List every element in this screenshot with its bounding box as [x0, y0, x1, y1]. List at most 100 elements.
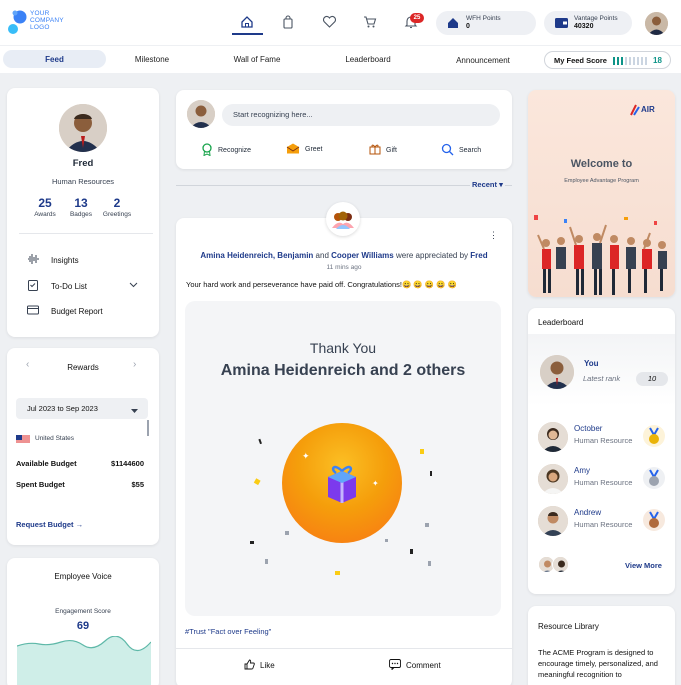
- avatar: [538, 506, 568, 536]
- home-icon[interactable]: [237, 12, 257, 32]
- leaderboard-dept: Human Resource: [574, 436, 633, 445]
- engagement-score-value: 69: [76, 620, 90, 632]
- available-budget-label: Available Budget: [16, 459, 77, 468]
- search-icon: [441, 143, 454, 158]
- post-card: ⋮ Amina Heidenreich, Benjamin and Cooper…: [176, 202, 512, 685]
- leaderboard-row[interactable]: Amy Human Resource: [538, 461, 668, 497]
- profile-card: Fred Human Resources 25 Awards 13 Badges…: [7, 88, 159, 337]
- avatar: [552, 556, 569, 573]
- leaderboard-row[interactable]: October Human Resource: [538, 419, 668, 455]
- feed-divider: [176, 185, 512, 186]
- wallet-icon: [555, 18, 568, 30]
- divider: [19, 233, 153, 234]
- celebration-illustration: [534, 215, 667, 295]
- stat-greetings[interactable]: 2 Greetings: [101, 196, 133, 218]
- spent-budget-value: $55: [131, 480, 144, 489]
- rewards-title: Rewards: [67, 363, 99, 372]
- comment-icon: [389, 659, 401, 672]
- employee-voice-card: Employee Voice Engagement Score 69: [7, 558, 159, 685]
- confetti: [250, 438, 432, 575]
- engagement-sparkline: [17, 636, 151, 685]
- stat-awards[interactable]: 25 Awards: [29, 196, 61, 218]
- leaderboard-dept: Human Resource: [574, 520, 633, 529]
- latest-rank-label: Latest rank: [583, 374, 621, 383]
- resource-library-card: Resource Library The ACME Program is des…: [528, 606, 675, 685]
- gift-button[interactable]: Gift: [369, 143, 397, 157]
- thank-you-title: Thank You: [309, 340, 377, 356]
- welcome-title: Welcome to: [570, 158, 633, 170]
- menu-budget-report[interactable]: Budget Report: [27, 305, 103, 317]
- caret-down-icon: ▾: [499, 180, 503, 189]
- tab-announcement[interactable]: Announcement: [440, 51, 526, 69]
- audio-wave-icon: [27, 254, 39, 266]
- cart-icon[interactable]: [360, 12, 380, 32]
- welcome-banner[interactable]: AIR Welcome to Employee Advantage Progra…: [528, 90, 675, 297]
- comment-button[interactable]: Comment: [389, 659, 441, 672]
- like-button[interactable]: Like: [244, 659, 275, 672]
- engagement-score-label: Engagement Score: [55, 608, 111, 615]
- company-logo-icon[interactable]: [6, 8, 32, 36]
- feed-score-meter-fill: [613, 57, 625, 65]
- shopping-bag-icon[interactable]: [278, 12, 298, 32]
- recognize-button[interactable]: Recognize: [201, 143, 251, 158]
- wfh-points-label: WFH Points: [466, 15, 501, 22]
- leaderboard-title: Leaderboard: [538, 318, 584, 327]
- welcome-subtitle: Employee Advantage Program: [564, 178, 639, 184]
- leaderboard-name: October: [574, 424, 603, 433]
- us-flag-icon: [16, 435, 30, 446]
- profile-name: Fred: [72, 158, 94, 169]
- wfh-points-pill[interactable]: WFH Points 0: [436, 11, 536, 35]
- user-avatar[interactable]: [645, 12, 668, 35]
- post-menu-icon[interactable]: ⋮: [489, 231, 498, 240]
- composer-avatar: [187, 100, 215, 128]
- available-budget-value: $1144600: [111, 459, 144, 468]
- greet-button[interactable]: Greet: [286, 143, 323, 156]
- leaderboard-row[interactable]: Andrew Human Resource: [538, 503, 668, 539]
- tab-wall-of-fame[interactable]: Wall of Fame: [215, 50, 299, 68]
- tab-leaderboard[interactable]: Leaderboard: [325, 50, 411, 68]
- thank-you-card: Thank You Amina Heidenreich and 2 others…: [185, 301, 501, 616]
- avatar-stack: [538, 556, 570, 574]
- group-avatar-icon: [326, 202, 360, 236]
- period-select[interactable]: Jul 2023 to Sep 2023: [16, 398, 148, 419]
- notification-badge: 25: [410, 13, 424, 23]
- you-avatar: [540, 355, 574, 389]
- chevron-left-icon[interactable]: ‹: [26, 359, 29, 370]
- post-hashtag[interactable]: #Trust "Fact over Feeling": [185, 627, 271, 636]
- vantage-points-pill[interactable]: Vantage Points 40320: [544, 11, 632, 35]
- tab-milestone[interactable]: Milestone: [112, 50, 192, 68]
- air-logo-icon: AIR: [629, 103, 665, 119]
- rewards-card: ‹ Rewards › Jul 2023 to Sep 2023 United …: [7, 348, 159, 545]
- tab-feed[interactable]: Feed: [3, 50, 106, 68]
- clipboard-icon: [27, 279, 39, 293]
- heart-icon[interactable]: [319, 12, 339, 32]
- view-more-link[interactable]: View More: [625, 561, 662, 570]
- leaderboard-name: Amy: [574, 466, 590, 475]
- feed-score-pill[interactable]: My Feed Score 18: [544, 51, 671, 69]
- you-label: You: [584, 359, 599, 368]
- wfh-points-value: 0: [466, 23, 470, 30]
- stat-badges[interactable]: 13 Badges: [65, 196, 97, 218]
- post-time: 11 mins ago: [326, 264, 362, 271]
- award-icon: [201, 143, 213, 158]
- employee-voice-title: Employee Voice: [54, 572, 112, 581]
- menu-insights[interactable]: Insights: [27, 254, 79, 266]
- chevron-down-icon[interactable]: [129, 280, 138, 290]
- home-icon: [447, 17, 459, 31]
- profile-avatar[interactable]: [59, 104, 107, 152]
- recognize-input[interactable]: Start recognizing here...: [222, 104, 500, 126]
- leaderboard-dept: Human Resource: [574, 478, 633, 487]
- avatar: [538, 464, 568, 494]
- avatar: [538, 422, 568, 452]
- scrollbar[interactable]: [147, 420, 149, 436]
- thumbs-up-icon: [244, 659, 255, 672]
- post-message: Your hard work and perseverance have pai…: [186, 280, 457, 289]
- sort-dropdown[interactable]: Recent ▾: [470, 180, 505, 189]
- request-budget-link[interactable]: Request Budget →: [16, 520, 83, 529]
- company-logo-text: YOUR COMPANY LOGO: [30, 10, 64, 31]
- resource-library-title: Resource Library: [538, 622, 599, 631]
- menu-todo-list[interactable]: To-Do List: [27, 279, 87, 293]
- leaderboard-name: Andrew: [574, 508, 602, 517]
- chevron-right-icon[interactable]: ›: [133, 359, 136, 370]
- search-button[interactable]: Search: [441, 143, 481, 158]
